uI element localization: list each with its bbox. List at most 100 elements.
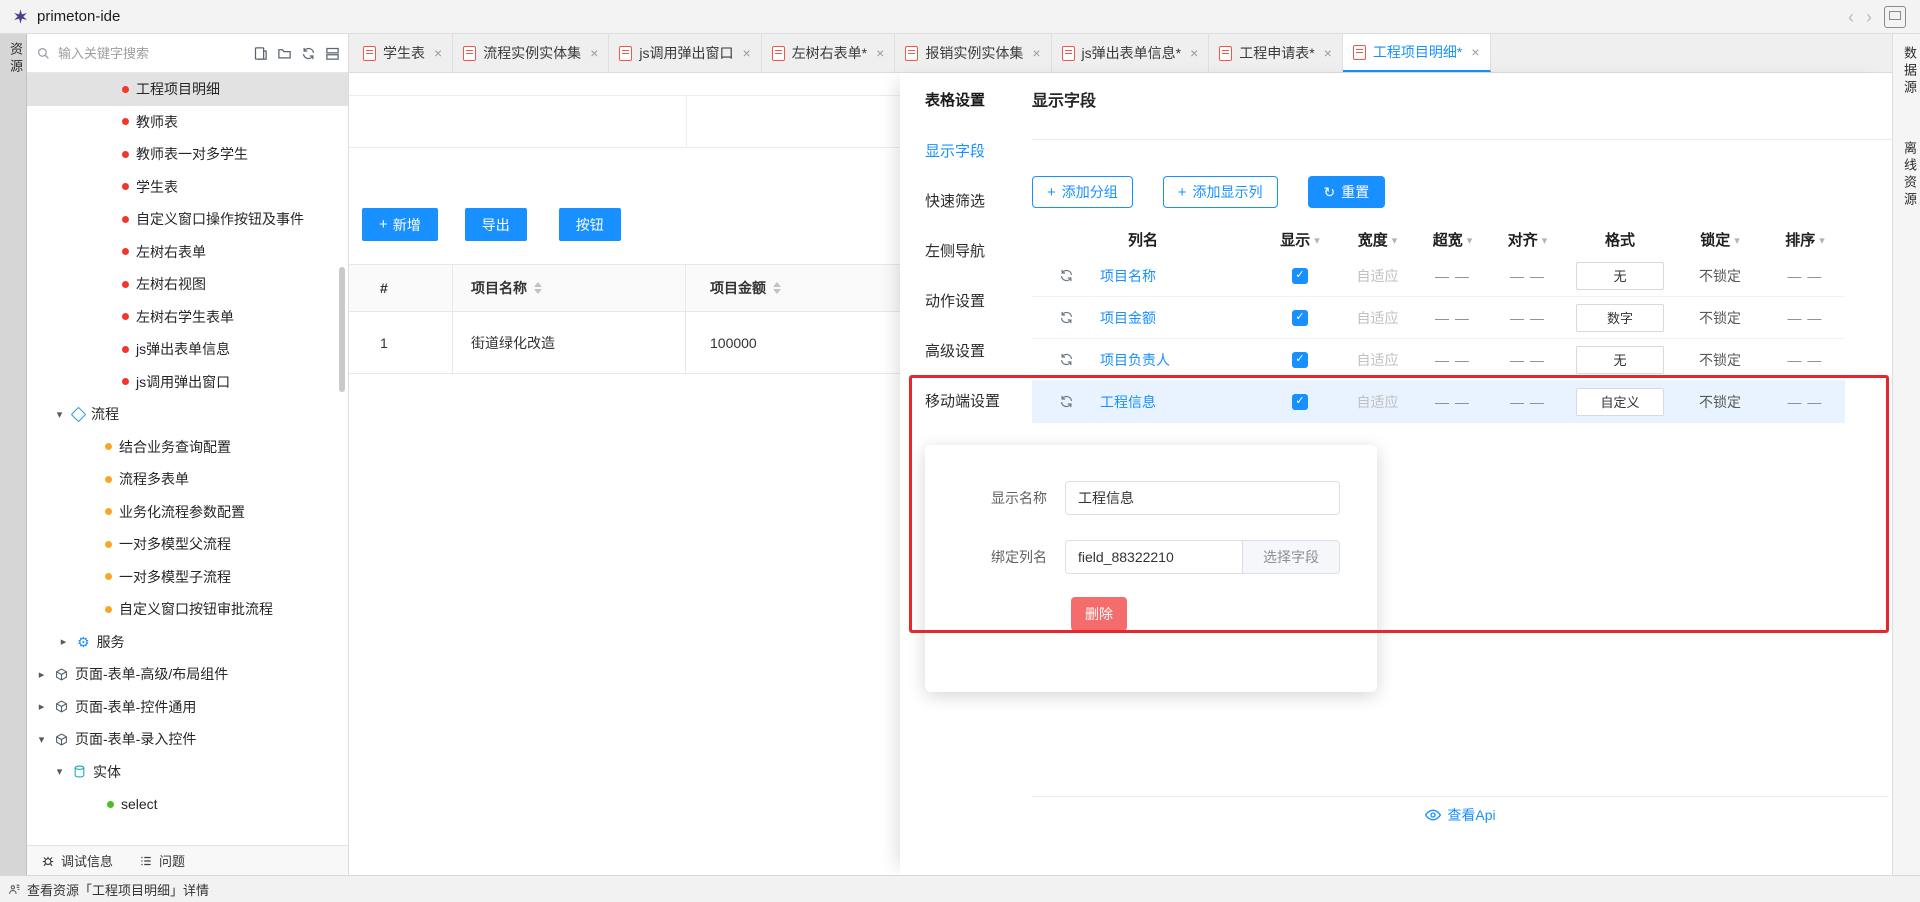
sort-value[interactable]: — —: [1765, 268, 1845, 284]
visible-checkbox[interactable]: [1292, 352, 1308, 368]
tree-item[interactable]: 左树右表单: [27, 236, 348, 269]
menu-item-display-fields[interactable]: 显示字段: [925, 125, 1000, 175]
sync-icon[interactable]: [1059, 268, 1074, 283]
visible-checkbox[interactable]: [1292, 268, 1308, 284]
overwide-value[interactable]: — —: [1415, 268, 1490, 284]
problems-tab[interactable]: 问题: [139, 851, 185, 870]
tree-item-entity-group[interactable]: 实体: [27, 756, 348, 789]
format-select[interactable]: 无: [1576, 346, 1664, 374]
custom-button[interactable]: 按钮: [559, 208, 621, 241]
offline-resource-strip-tab[interactable]: 离线资源: [1900, 141, 1919, 209]
nav-back-icon[interactable]: [1848, 8, 1854, 26]
refresh-icon[interactable]: [301, 46, 316, 61]
editor-tab[interactable]: 左树右表单*: [762, 34, 896, 72]
format-select[interactable]: 数字: [1576, 304, 1664, 332]
header-lock[interactable]: 锁定: [1675, 229, 1765, 250]
column-name-link[interactable]: 工程信息: [1100, 392, 1156, 412]
tree-item[interactable]: 自定义窗口操作按钮及事件: [27, 203, 348, 236]
overwide-value[interactable]: — —: [1415, 394, 1490, 410]
editor-tab-active[interactable]: 工程项目明细*: [1343, 34, 1491, 72]
tree-item[interactable]: 学生表: [27, 171, 348, 204]
close-icon[interactable]: [590, 46, 598, 60]
format-select[interactable]: 无: [1576, 262, 1664, 290]
header-width[interactable]: 宽度: [1340, 229, 1415, 250]
tree-item[interactable]: 教师表: [27, 106, 348, 139]
editor-tab[interactable]: js弹出表单信息*: [1052, 34, 1210, 72]
menu-item-advanced[interactable]: 高级设置: [925, 325, 1000, 375]
column-row[interactable]: 项目金额 自适应 — — — — 数字 不锁定 — —: [1032, 297, 1845, 339]
header-project-name[interactable]: 项目名称: [453, 264, 686, 312]
align-value[interactable]: — —: [1490, 352, 1565, 368]
sidebar-scrollbar[interactable]: [339, 267, 345, 392]
column-name-link[interactable]: 项目名称: [1100, 266, 1156, 286]
close-icon[interactable]: [1032, 46, 1040, 60]
tree-item[interactable]: 业务化流程参数配置: [27, 496, 348, 529]
data-source-strip-tab[interactable]: 数据源: [1900, 46, 1919, 97]
menu-item-mobile[interactable]: 移动端设置: [925, 375, 1000, 425]
editor-tab[interactable]: 流程实例实体集: [453, 34, 609, 72]
collapse-all-icon[interactable]: [325, 46, 340, 61]
reset-button[interactable]: 重置: [1308, 176, 1386, 208]
export-button[interactable]: 导出: [465, 208, 527, 241]
column-row[interactable]: 项目负责人 自适应 — — — — 无 不锁定 — —: [1032, 339, 1845, 381]
sort-icon[interactable]: [534, 282, 542, 294]
tree-item-page-group[interactable]: 页面-表单-控件通用: [27, 691, 348, 724]
header-align[interactable]: 对齐: [1490, 229, 1565, 250]
folder-icon[interactable]: [277, 46, 292, 61]
lock-value[interactable]: 不锁定: [1675, 266, 1765, 286]
display-name-input[interactable]: [1065, 481, 1340, 515]
menu-item-left-nav[interactable]: 左侧导航: [925, 225, 1000, 275]
close-icon[interactable]: [1324, 46, 1332, 60]
column-name-link[interactable]: 项目负责人: [1100, 350, 1170, 370]
visible-checkbox[interactable]: [1292, 310, 1308, 326]
column-row[interactable]: 项目名称 自适应 — — — — 无 不锁定 — —: [1032, 255, 1845, 297]
close-icon[interactable]: [876, 46, 884, 60]
tree-item[interactable]: 工程项目明细: [27, 73, 348, 106]
save-layout-icon[interactable]: [1884, 6, 1906, 28]
tree-item-page-group[interactable]: 页面-表单-录入控件: [27, 723, 348, 756]
tree-item[interactable]: 自定义窗口按钮审批流程: [27, 593, 348, 626]
close-icon[interactable]: [434, 46, 442, 60]
resources-strip-tab[interactable]: 资源: [6, 42, 25, 76]
align-value[interactable]: — —: [1490, 268, 1565, 284]
close-icon[interactable]: [743, 46, 751, 60]
delete-button[interactable]: 删除: [1071, 597, 1127, 631]
sync-icon[interactable]: [1059, 394, 1074, 409]
editor-tab[interactable]: js调用弹出窗口: [609, 34, 761, 72]
width-value[interactable]: 自适应: [1340, 266, 1415, 286]
add-display-column-button[interactable]: 添加显示列: [1163, 176, 1278, 208]
chevron-down-icon[interactable]: [53, 765, 66, 778]
nav-forward-icon[interactable]: [1866, 8, 1872, 26]
select-field-button[interactable]: 选择字段: [1243, 540, 1340, 574]
import-resource-icon[interactable]: [253, 46, 268, 61]
menu-item-actions[interactable]: 动作设置: [925, 275, 1000, 325]
tree-item[interactable]: 结合业务查询配置: [27, 431, 348, 464]
tree-item[interactable]: js弹出表单信息: [27, 333, 348, 366]
view-api-link[interactable]: 查看Api: [1032, 805, 1889, 825]
editor-tab[interactable]: 报销实例实体集: [895, 34, 1051, 72]
sync-icon[interactable]: [1059, 310, 1074, 325]
chevron-right-icon[interactable]: [57, 635, 70, 648]
tree-item-flow-group[interactable]: 流程: [27, 398, 348, 431]
chevron-down-icon[interactable]: [53, 408, 66, 421]
editor-tab[interactable]: 学生表: [353, 34, 453, 72]
overwide-value[interactable]: — —: [1415, 352, 1490, 368]
editor-tab[interactable]: 工程申请表*: [1209, 34, 1343, 72]
tree-item[interactable]: 流程多表单: [27, 463, 348, 496]
chevron-right-icon[interactable]: [35, 700, 48, 713]
sort-value[interactable]: — —: [1765, 310, 1845, 326]
tree-item[interactable]: 左树右视图: [27, 268, 348, 301]
chevron-down-icon[interactable]: [35, 733, 48, 746]
lock-value[interactable]: 不锁定: [1675, 308, 1765, 328]
header-sort[interactable]: 排序: [1765, 229, 1845, 250]
tree-item[interactable]: 左树右学生表单: [27, 301, 348, 334]
tree-item[interactable]: 教师表一对多学生: [27, 138, 348, 171]
chevron-right-icon[interactable]: [35, 668, 48, 681]
tree-item-page-group[interactable]: 页面-表单-高级/布局组件: [27, 658, 348, 691]
add-group-button[interactable]: 添加分组: [1032, 176, 1133, 208]
debug-info-tab[interactable]: 调试信息: [41, 851, 113, 870]
sync-icon[interactable]: [1059, 352, 1074, 367]
tree-item[interactable]: 一对多模型子流程: [27, 561, 348, 594]
align-value[interactable]: — —: [1490, 394, 1565, 410]
header-overwide[interactable]: 超宽: [1415, 229, 1490, 250]
